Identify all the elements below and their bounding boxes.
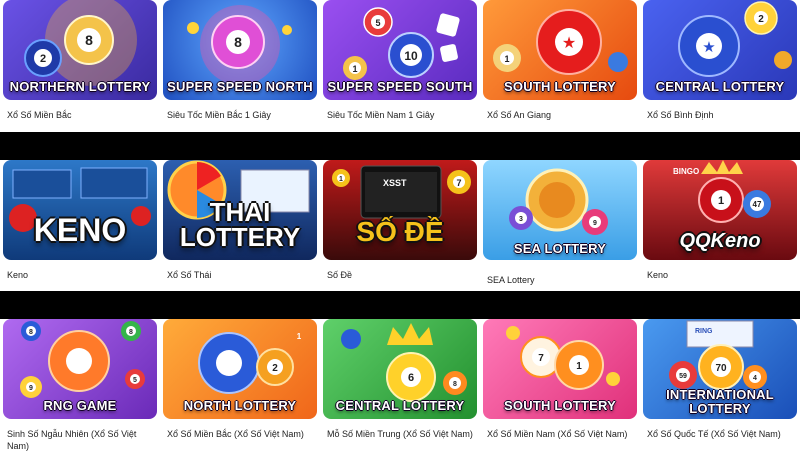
game-caption[interactable]: Siêu Tốc Miền Bắc 1 Giây: [163, 100, 317, 121]
qq-keno-thumbnail: BINGO 1 47 QQKeno: [643, 160, 797, 260]
north-lottery-thumbnail: 2 1 NORTH LOTTERY: [163, 319, 317, 419]
game-caption[interactable]: Xổ Số An Giang: [483, 100, 637, 121]
separator-band-bottom: [0, 291, 800, 319]
central-lottery-vn-thumbnail: 6 8 CENTRAL LOTTERY: [323, 319, 477, 419]
game-caption[interactable]: Keno: [643, 260, 797, 281]
ball-number: 5: [375, 18, 380, 28]
game-caption[interactable]: Xổ Số Bình Định: [643, 100, 797, 121]
game-caption[interactable]: Keno: [3, 260, 157, 281]
game-tile-central-lottery[interactable]: ★ 2 CENTRAL LOTTERY Xổ Số Bình Định: [640, 0, 800, 132]
game-tile-keno[interactable]: KENO Keno: [0, 160, 160, 291]
game-caption[interactable]: Xổ Số Miền Bắc (Xổ Số Việt Nam): [163, 419, 317, 440]
ball-number: 9: [29, 385, 33, 392]
game-banner-title: NORTH LOTTERY: [183, 398, 297, 413]
south-lottery-thumbnail: ★ 1 SOUTH LOTTERY: [483, 0, 637, 100]
central-lottery-thumbnail: ★ 2 CENTRAL LOTTERY: [643, 0, 797, 100]
ball-number: 70: [715, 363, 727, 374]
ball-number: 7: [456, 178, 461, 188]
game-tile-international-lottery[interactable]: RING 59 70 4 INTERNATIONAL LOTTERY Xổ Số…: [640, 319, 800, 450]
so-de-thumbnail: XSST 7 1 SỐ ĐỀ: [323, 160, 477, 260]
ball-number: 2: [40, 53, 46, 65]
ring-label: RING: [695, 328, 713, 335]
game-tile-so-de[interactable]: XSST 7 1 SỐ ĐỀ Số Đề: [320, 160, 480, 291]
game-tile-super-speed-north[interactable]: 8 SUPER SPEED NORTH Siêu Tốc Miền Bắc 1 …: [160, 0, 320, 132]
star-icon: ★: [702, 38, 715, 56]
ball-number: 6: [408, 372, 414, 384]
ball-number: 5: [133, 377, 137, 384]
screen-label: XSST: [383, 178, 407, 188]
ball-number: 10: [404, 49, 418, 63]
game-banner-title: SOUTH LOTTERY: [504, 398, 616, 413]
game-caption[interactable]: Xổ Số Thái: [163, 260, 317, 281]
game-banner-title: SUPER SPEED SOUTH: [327, 79, 473, 94]
game-banner-title: KENO: [33, 212, 127, 248]
thai-lottery-thumbnail: THAI LOTTERY: [163, 160, 317, 260]
game-caption[interactable]: SEA Lottery: [483, 260, 637, 286]
bingo-label: BINGO: [673, 167, 699, 176]
game-banner-title: SUPER SPEED NORTH: [167, 79, 313, 94]
game-caption[interactable]: Mỗ Số Miền Trung (Xổ Số Việt Nam): [323, 419, 477, 440]
game-caption[interactable]: Số Đề: [323, 260, 477, 281]
ball-number: 1: [718, 195, 724, 207]
game-banner-title: INTERNATIONAL LOTTERY: [666, 387, 774, 416]
game-tile-central-lottery-vn[interactable]: 6 8 CENTRAL LOTTERY Mỗ Số Miền Trung (Xổ…: [320, 319, 480, 450]
ball-number: 1: [504, 54, 509, 64]
game-tile-northern-lottery[interactable]: 8 2 NORTHERN LOTTERY Xổ Số Miền Bắc: [0, 0, 160, 132]
game-tile-qq-keno[interactable]: BINGO 1 47 QQKeno Keno: [640, 160, 800, 291]
ball-number: 1: [576, 361, 582, 372]
game-banner-title: SOUTH LOTTERY: [504, 79, 616, 94]
ball-number: 2: [272, 363, 278, 374]
rng-game-thumbnail: 8 9 5 8 RNG GAME: [3, 319, 157, 419]
ball-number: 8: [234, 34, 242, 50]
ball-number: 47: [753, 200, 762, 209]
game-tile-super-speed-south[interactable]: 5 10 1 SUPER SPEED SOUTH Siêu Tốc Miền N…: [320, 0, 480, 132]
ball-number: 1: [352, 64, 357, 74]
separator-band-top: [0, 132, 800, 160]
ball-number: 1: [339, 176, 343, 183]
game-tile-thai-lottery[interactable]: THAI LOTTERY Xổ Số Thái: [160, 160, 320, 291]
ball-number: 59: [679, 373, 687, 380]
sea-lottery-thumbnail: 3 9 SEA LOTTERY: [483, 160, 637, 260]
international-lottery-thumbnail: RING 59 70 4 INTERNATIONAL LOTTERY: [643, 319, 797, 419]
ball-number: 7: [538, 353, 544, 364]
keno-thumbnail: KENO: [3, 160, 157, 260]
ball-number: 8: [85, 32, 93, 48]
game-banner-title: CENTRAL LOTTERY: [335, 398, 465, 413]
game-banner-title: SỐ ĐỀ: [356, 216, 444, 247]
game-caption[interactable]: Siêu Tốc Miền Nam 1 Giây: [323, 100, 477, 121]
game-tile-north-lottery[interactable]: 2 1 NORTH LOTTERY Xổ Số Miền Bắc (Xổ Số …: [160, 319, 320, 450]
game-banner-title: CENTRAL LOTTERY: [655, 79, 785, 94]
game-tile-south-lottery[interactable]: ★ 1 SOUTH LOTTERY Xổ Số An Giang: [480, 0, 640, 132]
game-caption[interactable]: Xổ Số Miền Nam (Xổ Số Việt Nam): [483, 419, 637, 440]
game-banner-title: RNG GAME: [43, 398, 117, 413]
game-tile-sea-lottery[interactable]: 3 9 SEA LOTTERY SEA Lottery: [480, 160, 640, 291]
game-banner-title: THAI LOTTERY: [179, 197, 301, 252]
south-lottery-vn-thumbnail: 7 1 SOUTH LOTTERY: [483, 319, 637, 419]
northern-lottery-thumbnail: 8 2 NORTHERN LOTTERY: [3, 0, 157, 100]
game-tile-rng-game[interactable]: 8 9 5 8 RNG GAME Sinh Số Ngẫu Nhiên (Xổ …: [0, 319, 160, 452]
game-caption[interactable]: Sinh Số Ngẫu Nhiên (Xổ Số Việt Nam): [3, 419, 157, 452]
ball-number: 3: [519, 216, 523, 223]
ball-number: 2: [758, 14, 764, 25]
star-icon: ★: [562, 33, 576, 52]
game-banner-title: SEA LOTTERY: [513, 241, 607, 256]
game-banner-title: QQKeno: [679, 230, 761, 252]
ball-number: 4: [753, 375, 757, 382]
super-speed-north-thumbnail: 8 SUPER SPEED NORTH: [163, 0, 317, 100]
game-caption[interactable]: Xổ Số Quốc Tế (Xổ Số Việt Nam): [643, 419, 797, 440]
ball-number: 9: [593, 220, 597, 227]
game-tile-south-lottery-vn[interactable]: 7 1 SOUTH LOTTERY Xổ Số Miền Nam (Xổ Số …: [480, 319, 640, 450]
ball-number: 8: [29, 329, 33, 336]
game-banner-title: NORTHERN LOTTERY: [9, 79, 151, 94]
ball-number: 8: [453, 381, 457, 388]
game-caption[interactable]: Xổ Số Miền Bắc: [3, 100, 157, 121]
ball-number: 8: [129, 329, 133, 336]
super-speed-south-thumbnail: 5 10 1 SUPER SPEED SOUTH: [323, 0, 477, 100]
ball-number: 1: [297, 332, 302, 341]
